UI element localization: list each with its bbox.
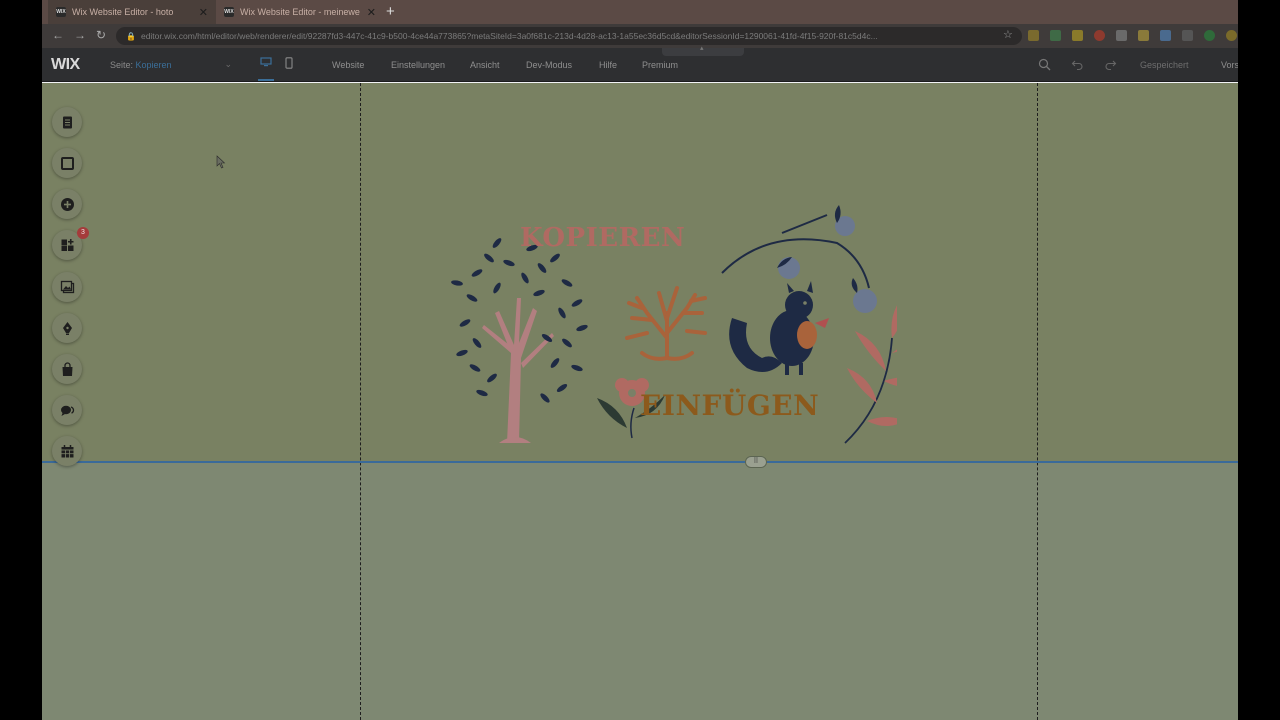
address-bar-row: ← → ↻ 🔒 editor.wix.com/html/editor/web/r…	[42, 24, 1238, 48]
active-view-indicator	[258, 79, 274, 81]
rail-add-button[interactable]	[52, 189, 82, 219]
mobile-view-icon[interactable]	[285, 57, 293, 69]
page-selector[interactable]: Seite: Kopieren ⌄	[110, 59, 232, 70]
editor-canvas[interactable]: ⠿ 3 KOPIEREN EINFÜGEN	[42, 83, 1238, 720]
redo-icon[interactable]	[1104, 58, 1117, 71]
left-gridline	[360, 83, 361, 720]
tab-wix-editor-2[interactable]: WIX Wix Website Editor - meinewe ✕	[216, 0, 384, 24]
menu-einstellungen[interactable]: Einstellungen	[391, 60, 445, 70]
extension-icon[interactable]	[1182, 30, 1193, 41]
wix-logo[interactable]: WIX	[51, 56, 80, 74]
extension-icon[interactable]	[1204, 30, 1215, 41]
artwork-heading-einfuegen: EINFÜGEN	[640, 389, 820, 422]
bookmark-star-icon[interactable]: ☆	[1003, 28, 1013, 41]
zoom-icon[interactable]	[1038, 58, 1051, 71]
chat-bubble-icon	[60, 405, 74, 416]
wix-favicon-icon: WIX	[56, 7, 66, 17]
tab-strip: WIX Wix Website Editor - hoto ✕ WIX Wix …	[42, 0, 1238, 24]
media-icon	[60, 280, 74, 293]
rail-store-button[interactable]	[52, 354, 82, 384]
rail-blog-button[interactable]	[52, 313, 82, 343]
wix-favicon-icon: WIX	[224, 7, 234, 17]
extension-icon[interactable]	[1160, 30, 1171, 41]
calendar-icon	[61, 444, 73, 457]
shopping-bag-icon	[62, 361, 72, 376]
tab-title: Wix Website Editor - hoto	[72, 7, 174, 17]
extension-icon[interactable]	[1072, 30, 1083, 41]
menu-dev-modus[interactable]: Dev-Modus	[526, 60, 572, 70]
menu-hilfe[interactable]: Hilfe	[599, 60, 617, 70]
rail-pages-button[interactable]	[52, 107, 82, 137]
extension-icon[interactable]	[1050, 30, 1061, 41]
rail-bookings-button[interactable]	[52, 436, 82, 466]
rail-background-button[interactable]	[52, 148, 82, 178]
background-icon	[60, 156, 74, 170]
new-tab-button[interactable]: +	[386, 3, 395, 20]
extension-icon[interactable]	[1094, 30, 1105, 41]
extension-icon[interactable]	[1116, 30, 1127, 41]
wix-top-bar: WIX Seite: Kopieren ⌄ Website Einstellun…	[42, 48, 1238, 82]
save-status: Gespeichert	[1140, 60, 1189, 70]
rail-media-button[interactable]	[52, 272, 82, 302]
forward-icon[interactable]: →	[74, 28, 86, 42]
apps-notification-badge: 3	[77, 227, 89, 239]
extension-icon[interactable]	[1138, 30, 1149, 41]
mouse-cursor-icon	[216, 155, 226, 169]
browser-window: WIX Wix Website Editor - hoto ✕ WIX Wix …	[42, 0, 1238, 720]
add-icon	[60, 197, 74, 211]
reload-icon[interactable]: ↻	[96, 28, 106, 42]
close-tab-icon[interactable]: ✕	[367, 6, 376, 19]
menu-ansicht[interactable]: Ansicht	[470, 60, 500, 70]
rail-chat-button[interactable]	[52, 395, 82, 425]
chevron-down-icon: ⌄	[224, 59, 232, 69]
menu-premium[interactable]: Premium	[642, 60, 678, 70]
right-gridline	[1037, 83, 1038, 720]
preview-button[interactable]: Vors	[1221, 60, 1238, 70]
back-icon[interactable]: ←	[52, 28, 64, 42]
menu-website[interactable]: Website	[332, 60, 364, 70]
undo-icon[interactable]	[1071, 58, 1084, 71]
pen-nib-icon	[62, 321, 72, 335]
pages-icon	[62, 116, 72, 128]
squirrel-illustration	[729, 281, 829, 375]
tree-illustration	[451, 238, 588, 443]
page-label: Seite:	[110, 60, 134, 70]
page-value: Kopieren	[135, 60, 172, 70]
coral-illustration	[625, 286, 707, 361]
tab-title: Wix Website Editor - meinewe	[240, 7, 360, 17]
lock-icon: 🔒	[126, 31, 136, 41]
extension-icon[interactable]	[1226, 30, 1237, 41]
collapse-toolbar-handle[interactable]: ▴	[662, 45, 744, 56]
apps-icon	[61, 238, 73, 251]
tab-wix-editor-1[interactable]: WIX Wix Website Editor - hoto ✕	[48, 0, 216, 24]
url-text: editor.wix.com/html/editor/web/renderer/…	[140, 31, 878, 41]
desktop-view-icon[interactable]	[260, 57, 272, 67]
url-field[interactable]: 🔒 editor.wix.com/html/editor/web/rendere…	[116, 27, 1022, 45]
close-tab-icon[interactable]: ✕	[199, 6, 208, 19]
pink-leaf-branch-illustration	[844, 305, 897, 444]
artwork-heading-kopieren: KOPIEREN	[520, 223, 686, 253]
section-divider[interactable]	[42, 461, 1238, 463]
extension-icon[interactable]	[1028, 30, 1039, 41]
